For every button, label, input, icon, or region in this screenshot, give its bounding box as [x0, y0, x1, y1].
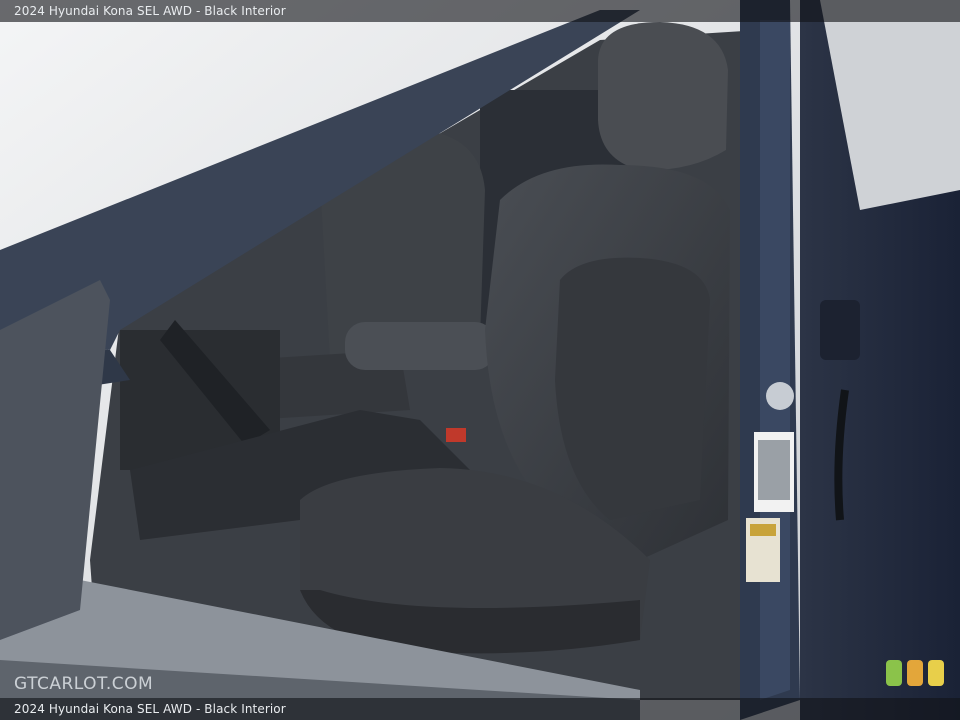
caption-bar-top: 2024 Hyundai Kona SEL AWD - Black Interi… [0, 0, 960, 22]
interior-photo [0, 0, 960, 720]
door-striker [766, 382, 794, 410]
headrest [598, 22, 728, 171]
photo-stage: 2024 Hyundai Kona SEL AWD - Black Interi… [0, 0, 960, 720]
caption-bar-bottom: 2024 Hyundai Kona SEL AWD - Black Interi… [0, 698, 960, 720]
seatbelt-buckle [446, 428, 466, 442]
badge-yellow [928, 660, 944, 686]
vin-sticker-strip [750, 524, 776, 536]
door-hinge [820, 300, 860, 360]
tire-label-lines [758, 440, 790, 500]
door-frame-inner [760, 20, 790, 700]
badge-green [886, 660, 902, 686]
armrest [345, 322, 495, 370]
caption-bottom: 2024 Hyundai Kona SEL AWD - Black Interi… [14, 702, 286, 716]
caption-top: 2024 Hyundai Kona SEL AWD - Black Interi… [14, 4, 286, 18]
badge-orange [907, 660, 923, 686]
site-watermark: GTCARLOT.COM [14, 674, 154, 694]
